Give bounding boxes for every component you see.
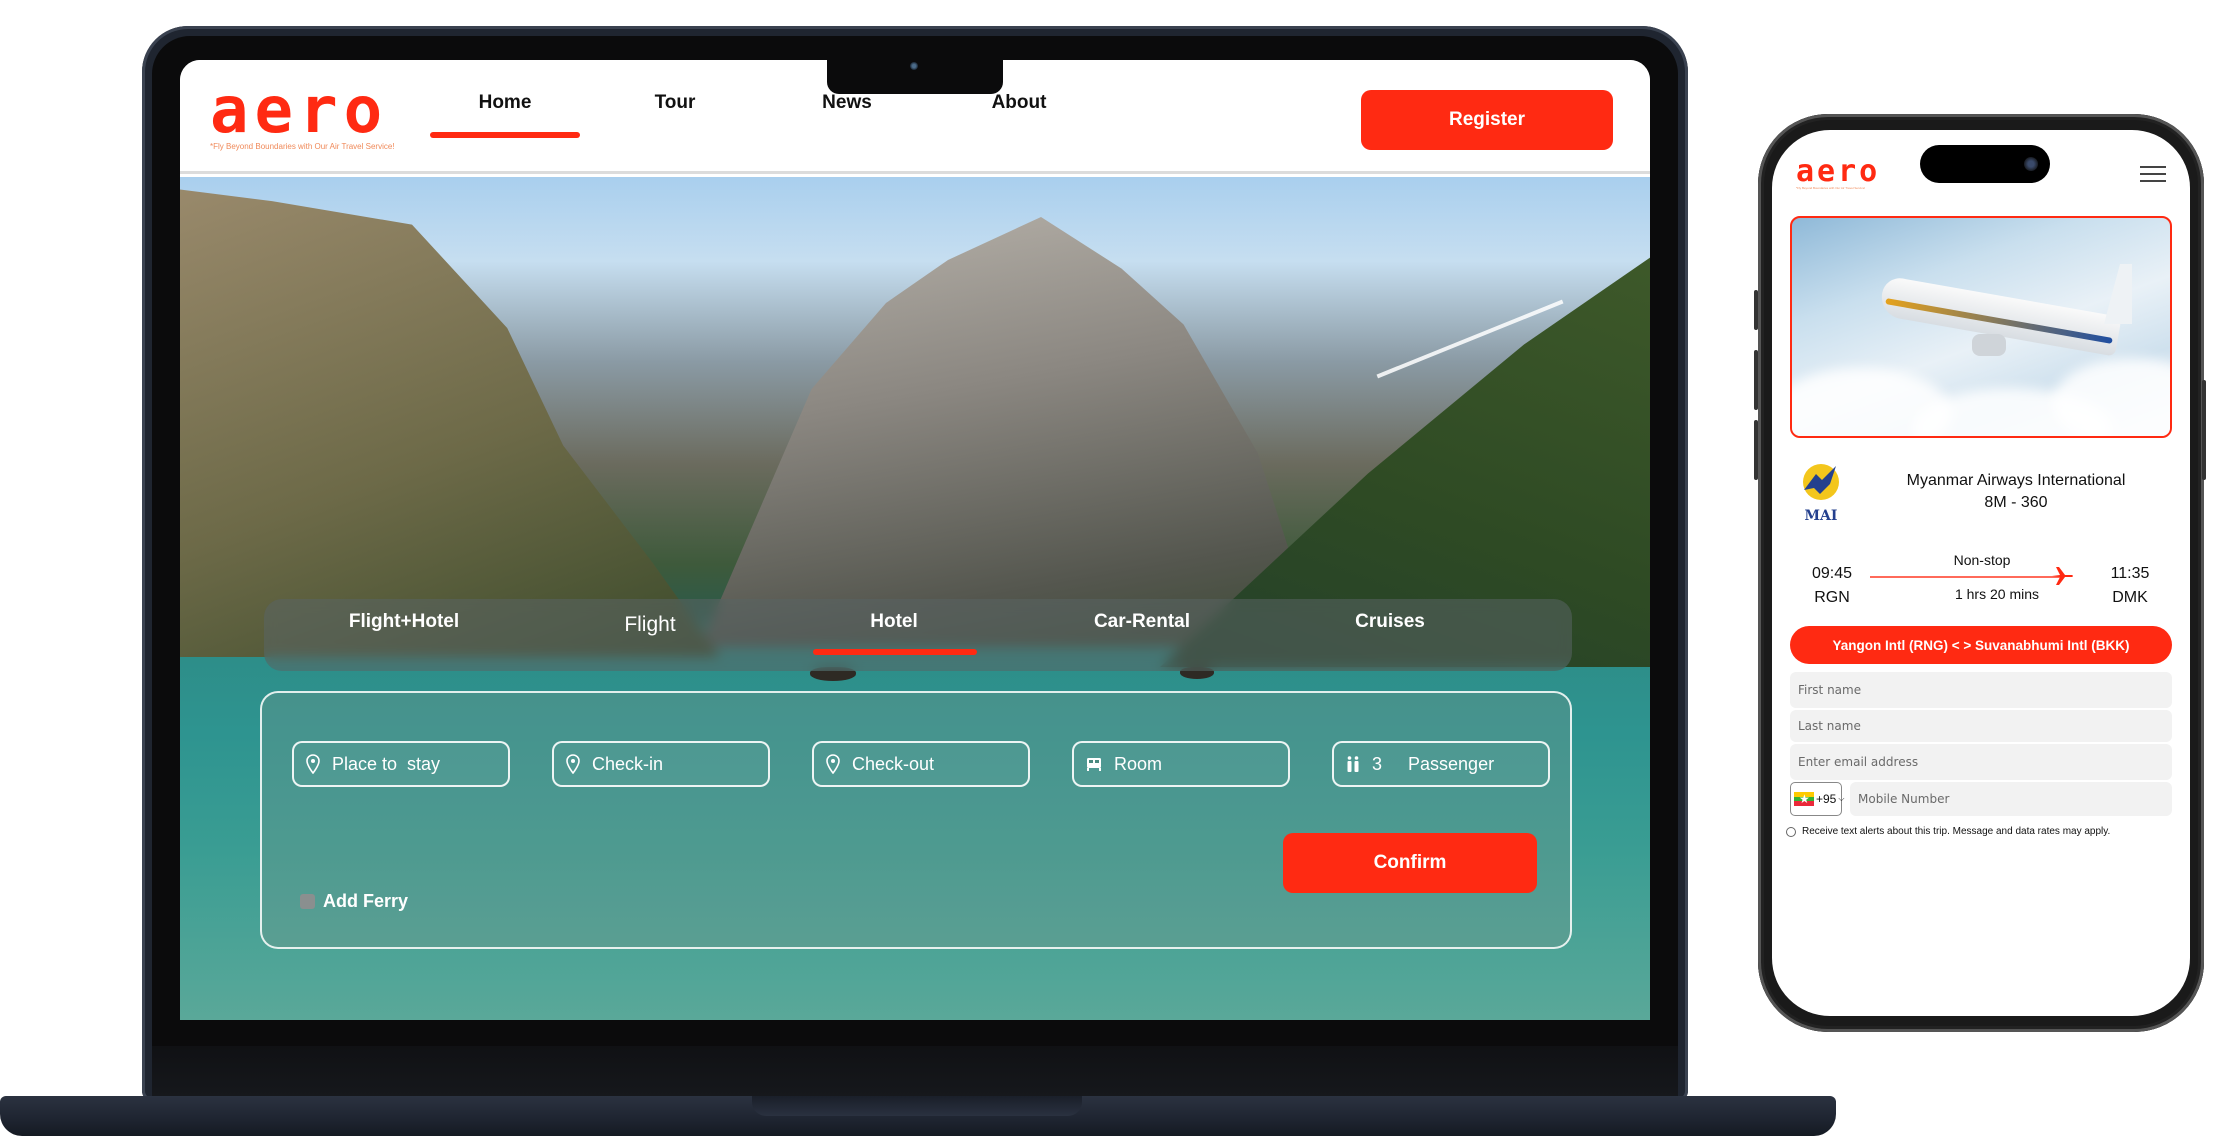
airline-name: Myanmar Airways International [1906, 472, 2126, 489]
hero-background: Flight+Hotel Flight Hotel Car-Rental Cru… [180, 177, 1650, 1020]
text-alerts-radio[interactable] [1786, 826, 1796, 837]
nav-about[interactable]: About [944, 92, 1094, 114]
country-code: +95 [1816, 792, 1837, 806]
phone-side-button [2202, 380, 2206, 480]
check-in-field[interactable]: Check-in [552, 741, 770, 787]
map-pin-icon [306, 754, 320, 774]
place-to-stay-field[interactable]: Place to stay [292, 741, 510, 787]
active-tab-indicator [813, 649, 977, 655]
flight-duration: 1 hrs 20 mins [1954, 586, 2040, 602]
tab-car-rental[interactable]: Car-Rental [1042, 611, 1242, 633]
nav-tour[interactable]: Tour [600, 92, 750, 114]
mobile-number-input[interactable] [1850, 782, 2172, 816]
field-label: Passenger [1408, 753, 1495, 774]
add-ferry-label: Add Ferry [323, 891, 409, 911]
arrival: 11:35 DMK [2100, 562, 2160, 610]
dynamic-island [1920, 145, 2050, 183]
flight-schedule: 09:45 RGN Non-stop 1 hrs 20 mins 11:35 D… [1772, 548, 2190, 618]
confirm-button[interactable]: Confirm [1283, 833, 1537, 893]
booking-tabs: Flight+Hotel Flight Hotel Car-Rental Cru… [264, 599, 1572, 671]
laptop-base-notch [752, 1096, 1082, 1116]
phone-side-button [1754, 420, 1758, 480]
camera-icon [910, 62, 918, 70]
arrival-time: 11:35 [2110, 565, 2150, 582]
stops-label: Non-stop [1953, 552, 2011, 568]
first-name-input[interactable] [1790, 672, 2172, 708]
field-label: Room [1114, 753, 1163, 774]
arrival-code: DMK [2112, 589, 2148, 606]
svg-text:MAI: MAI [1805, 508, 1838, 524]
phone-side-button [1754, 350, 1758, 410]
desktop-website: aero *Fly Beyond Boundaries with Our Air… [180, 60, 1650, 1020]
add-ferry-checkbox[interactable] [300, 894, 315, 909]
nav-news[interactable]: News [772, 92, 922, 114]
map-pin-icon [826, 754, 840, 774]
hamburger-icon[interactable] [2140, 166, 2166, 182]
mobile-website: aero *Fly Beyond Boundaries with Our Air… [1772, 130, 2190, 1016]
mobile-brand-logo[interactable]: aero *Fly Beyond Boundaries with Our Air… [1796, 154, 1881, 191]
logo-tagline: *Fly Beyond Boundaries with Our Air Trav… [210, 142, 395, 151]
departure: 09:45 RGN [1802, 562, 1862, 610]
text-alerts-option[interactable]: Receive text alerts about this trip. Mes… [1786, 826, 2110, 837]
tab-flight-hotel[interactable]: Flight+Hotel [304, 611, 504, 633]
tab-cruises[interactable]: Cruises [1290, 611, 1490, 633]
last-name-input[interactable] [1790, 710, 2172, 742]
mountain-left [180, 187, 720, 657]
departure-time: 09:45 [1811, 565, 1853, 582]
hotel-search-panel: Place to stay Check-in Check-out Room 3 … [260, 691, 1572, 949]
flight-number: 8M - 360 [1984, 494, 2048, 511]
mai-airline-logo: MAI [1803, 464, 1839, 524]
chevron-down-icon: ⌵ [1838, 794, 1845, 803]
cloud [2052, 358, 2170, 436]
logo-wordmark: aero [1796, 154, 1881, 189]
field-label: Place to stay [332, 753, 441, 774]
departure-code: RGN [1814, 589, 1850, 606]
passenger-count: 3 [1372, 753, 1383, 774]
room-field[interactable]: Room [1072, 741, 1290, 787]
passenger-field[interactable]: 3 Passenger [1332, 741, 1550, 787]
myanmar-flag-icon: ★ [1794, 792, 1814, 806]
laptop-chin [152, 1046, 1678, 1098]
logo-wordmark: aero [210, 74, 389, 148]
check-out-field[interactable]: Check-out [812, 741, 1030, 787]
airline-name-block: Myanmar Airways International 8M - 360 [1856, 470, 2176, 514]
airline-hero-image [1790, 216, 2172, 438]
laptop-notch [827, 36, 1003, 94]
bed-icon [1087, 758, 1101, 771]
route-line [1870, 576, 2060, 578]
airplane-engine [1972, 334, 2006, 356]
field-label: Check-out [852, 753, 935, 774]
airline-info: MAI Myanmar Airways International 8M - 3… [1796, 460, 2176, 530]
tab-hotel[interactable]: Hotel [794, 611, 994, 633]
route-button[interactable]: Yangon Intl (RNG) < > Suvanabhumi Intl (… [1790, 626, 2172, 664]
nav-home[interactable]: Home [430, 92, 580, 138]
brand-logo[interactable]: aero *Fly Beyond Boundaries with Our Air… [210, 74, 395, 151]
passenger-icon [1347, 756, 1359, 772]
tab-flight[interactable]: Flight [550, 613, 750, 637]
register-button[interactable]: Register [1361, 90, 1613, 150]
email-input[interactable] [1790, 744, 2172, 780]
mountain-center [700, 217, 1320, 647]
field-label: Check-in [592, 753, 664, 774]
map-pin-icon [566, 754, 580, 774]
airplane-icon [2052, 567, 2073, 585]
add-ferry-option[interactable]: Add Ferry [300, 891, 408, 912]
country-code-select[interactable]: ★ +95 ⌵ [1790, 782, 1845, 816]
camera-icon [2024, 157, 2038, 171]
text-alerts-label: Receive text alerts about this trip. Mes… [1802, 826, 2111, 837]
phone-side-button [1754, 290, 1758, 330]
